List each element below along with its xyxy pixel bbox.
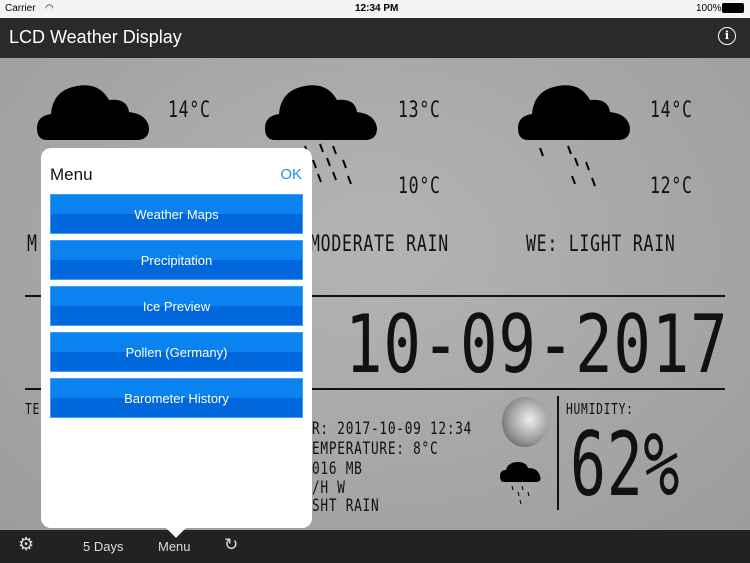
weather-maps-button[interactable]: Weather Maps bbox=[50, 194, 303, 234]
menu-button[interactable]: Menu bbox=[158, 539, 191, 554]
day2-high: 13°C bbox=[398, 98, 441, 123]
light-rain-cloud-icon bbox=[518, 85, 630, 187]
divider bbox=[557, 396, 559, 510]
toolbar: ⚙ 5 Days Menu ↻ bbox=[0, 530, 750, 563]
detail-line: /H W bbox=[312, 478, 346, 498]
carrier: Carrier bbox=[5, 3, 36, 14]
day1-desc: M bbox=[27, 232, 38, 257]
nav-bar: LCD Weather Display i bbox=[0, 18, 750, 58]
clock: 12:34 PM bbox=[355, 3, 399, 14]
refresh-icon[interactable]: ↻ bbox=[224, 535, 238, 555]
battery-level: 100% bbox=[696, 3, 722, 14]
detail-line: R: 2017-10-09 12:34 bbox=[312, 419, 473, 439]
menu-title: Menu bbox=[50, 165, 93, 184]
pollen-button[interactable]: Pollen (Germany) bbox=[50, 332, 303, 372]
status-bar: Carrier ◠ 12:34 PM 100% bbox=[0, 0, 750, 18]
rain-cloud-icon bbox=[500, 462, 541, 505]
app-title: LCD Weather Display bbox=[9, 27, 182, 47]
date-display: 10-09-2017 bbox=[345, 298, 729, 391]
precipitation-button[interactable]: Precipitation bbox=[50, 240, 303, 280]
details-label: TE bbox=[25, 400, 41, 418]
barometer-history-button[interactable]: Barometer History bbox=[50, 378, 303, 418]
detail-line: 016 MB bbox=[312, 459, 363, 479]
cloud-icon bbox=[37, 85, 149, 140]
detail-line: EMPERATURE: 8°C bbox=[312, 439, 439, 459]
settings-gears-icon[interactable]: ⚙ bbox=[18, 534, 34, 555]
info-button[interactable]: i bbox=[718, 27, 736, 45]
day3-high: 14°C bbox=[650, 98, 693, 123]
detail-line: SHT RAIN bbox=[312, 496, 380, 516]
day1-high: 14°C bbox=[168, 98, 211, 123]
day3-low: 12°C bbox=[650, 174, 693, 199]
day3-desc: WE: LIGHT RAIN bbox=[526, 232, 676, 257]
moon-phase-icon bbox=[502, 397, 548, 447]
humidity-value: 62% bbox=[570, 413, 681, 516]
ok-button[interactable]: OK bbox=[280, 166, 302, 183]
battery-icon bbox=[722, 3, 744, 13]
five-days-button[interactable]: 5 Days bbox=[83, 539, 123, 554]
menu-popover: Menu OK Weather Maps Precipitation Ice P… bbox=[41, 148, 312, 538]
day2-low: 10°C bbox=[398, 174, 441, 199]
day2-desc: MODERATE RAIN bbox=[310, 232, 449, 257]
wifi-icon: ◠ bbox=[45, 3, 54, 14]
ice-preview-button[interactable]: Ice Preview bbox=[50, 286, 303, 326]
